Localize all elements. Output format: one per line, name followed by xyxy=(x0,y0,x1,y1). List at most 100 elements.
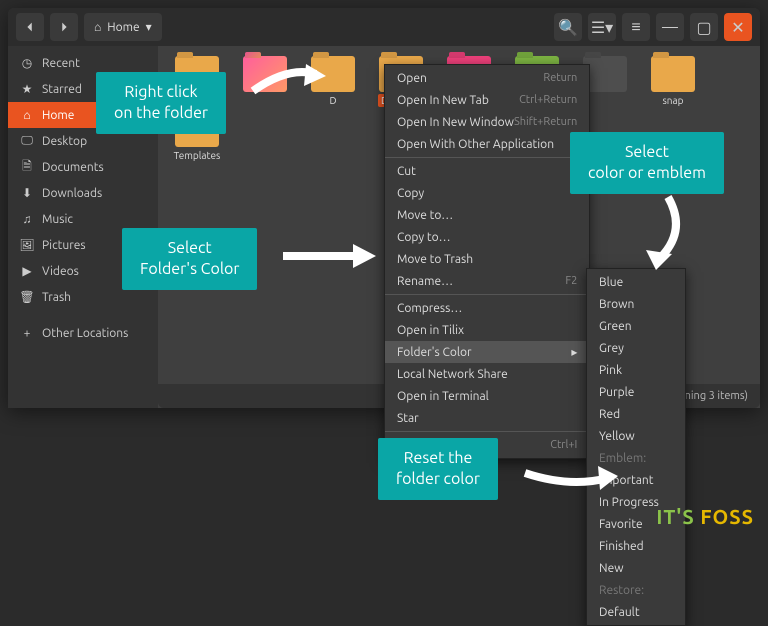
callout-reset-color: Reset thefolder color xyxy=(378,438,498,500)
menu-label: Rename… xyxy=(397,275,453,288)
submenu-item-pink[interactable]: Pink xyxy=(587,359,685,381)
sidebar-label: Starred xyxy=(42,83,82,96)
path-bar[interactable]: ⌂ Home ▾ xyxy=(84,13,162,41)
arrow-icon xyxy=(520,448,620,498)
menu-label: Compress… xyxy=(397,302,462,315)
menu-label: Move to Trash xyxy=(397,253,473,266)
sidebar-label: Videos xyxy=(42,265,79,278)
menu-item-move-to-[interactable]: Move to… xyxy=(385,204,589,226)
sidebar-icon: ◷ xyxy=(20,56,34,70)
close-button[interactable]: ✕ xyxy=(724,13,752,41)
submenu-item-green[interactable]: Green xyxy=(587,315,685,337)
menu-label: Local Network Share xyxy=(397,368,508,381)
menu-item-folder-s-color[interactable]: Folder's Color ▸ xyxy=(385,341,589,363)
callout-right-click: Right clickon the folder xyxy=(96,72,226,134)
menu-shortcut: Shift+Return xyxy=(514,116,577,128)
sidebar-icon: ▶ xyxy=(20,264,34,278)
submenu-item-purple[interactable]: Purple xyxy=(587,381,685,403)
submenu-item-finished[interactable]: Finished xyxy=(587,535,685,557)
submenu-item-default[interactable]: Default xyxy=(587,601,685,623)
submenu-item-red[interactable]: Red xyxy=(587,403,685,425)
arrow-icon xyxy=(278,236,378,276)
sidebar-icon: ⌂ xyxy=(20,108,34,122)
menu-item-open-in-tilix[interactable]: Open in Tilix xyxy=(385,319,589,341)
sidebar-label: Desktop xyxy=(42,135,87,148)
submenu-item-brown[interactable]: Brown xyxy=(587,293,685,315)
sidebar-icon: 🖼 xyxy=(20,238,34,252)
sidebar-label: Trash xyxy=(42,291,71,304)
path-label: Home xyxy=(107,21,139,34)
menu-item-compress-[interactable]: Compress… xyxy=(385,297,589,319)
menu-item-star[interactable]: Star xyxy=(385,407,589,429)
menu-label: Copy to… xyxy=(397,231,451,244)
back-button[interactable] xyxy=(16,13,44,41)
forward-button[interactable] xyxy=(50,13,78,41)
menu-shortcut: Ctrl+Return xyxy=(519,94,577,106)
sidebar-item-downloads[interactable]: ⬇ Downloads xyxy=(8,180,158,206)
sidebar-label: Documents xyxy=(42,161,104,174)
search-button[interactable]: 🔍 xyxy=(554,13,582,41)
menu-shortcut: F2 xyxy=(565,275,577,287)
brand-logo: IT'S FOSS xyxy=(656,505,754,528)
sidebar-label: Home xyxy=(42,109,74,122)
submenu-item-yellow[interactable]: Yellow xyxy=(587,425,685,447)
menu-label: Folder's Color xyxy=(397,346,472,359)
menu-item-copy[interactable]: Copy xyxy=(385,182,589,204)
sidebar-icon: 🖵 xyxy=(20,134,34,148)
sidebar-label: Pictures xyxy=(42,239,86,252)
minimize-button[interactable]: — xyxy=(656,13,684,41)
sidebar-icon: 🗎 xyxy=(20,157,34,178)
menu-item-copy-to-[interactable]: Copy to… xyxy=(385,226,589,248)
maximize-button[interactable]: ▢ xyxy=(690,13,718,41)
menu-label: Open xyxy=(397,72,427,85)
menu-item-local-network-share[interactable]: Local Network Share xyxy=(385,363,589,385)
menu-button[interactable]: ≡ xyxy=(622,13,650,41)
menu-item-open[interactable]: Open Return xyxy=(385,67,589,89)
menu-item-open-in-terminal[interactable]: Open in Terminal xyxy=(385,385,589,407)
folder-label: snap xyxy=(659,94,686,107)
callout-select-folders-color: SelectFolder's Color xyxy=(122,228,257,290)
menu-item-open-with-other-application[interactable]: Open With Other Application xyxy=(385,133,589,155)
callout-select-color-emblem: Selectcolor or emblem xyxy=(570,132,724,194)
folder-label: Templates xyxy=(171,149,224,162)
sidebar-icon: 🗑 xyxy=(20,290,34,304)
submenu-item-grey[interactable]: Grey xyxy=(587,337,685,359)
sidebar-icon: + xyxy=(20,327,34,340)
sidebar-icon: ★ xyxy=(20,82,34,96)
color-submenu[interactable]: BlueBrownGreenGreyPinkPurpleRedYellowEmb… xyxy=(586,268,686,626)
submenu-item-new[interactable]: New xyxy=(587,557,685,579)
sidebar-item-other-locations[interactable]: +Other Locations xyxy=(8,320,158,346)
menu-item-open-in-new-tab[interactable]: Open In New Tab Ctrl+Return xyxy=(385,89,589,111)
folder-item[interactable]: snap xyxy=(644,56,702,107)
menu-label: Move to… xyxy=(397,209,453,222)
folder-label xyxy=(602,94,608,96)
folder-label: D xyxy=(326,94,339,107)
menu-label: Copy xyxy=(397,187,424,200)
menu-item-rename-[interactable]: Rename… F2 xyxy=(385,270,589,292)
submenu-item-restore-: Restore: xyxy=(587,579,685,601)
menu-label: Open in Terminal xyxy=(397,390,489,403)
menu-item-cut[interactable]: Cut xyxy=(385,160,589,182)
sidebar-label: Music xyxy=(42,213,73,226)
sidebar-item-documents[interactable]: 🗎 Documents xyxy=(8,154,158,180)
menu-label: Star xyxy=(397,412,419,425)
menu-item-open-in-new-window[interactable]: Open In New WindowShift+Return xyxy=(385,111,589,133)
sidebar-label: Downloads xyxy=(42,187,102,200)
menu-label: Open In New Window xyxy=(397,116,514,129)
home-icon: ⌂ xyxy=(94,20,101,34)
arrow-icon xyxy=(638,192,698,272)
chevron-right-icon: ▸ xyxy=(571,345,577,359)
menu-item-move-to-trash[interactable]: Move to Trash xyxy=(385,248,589,270)
menu-label: Cut xyxy=(397,165,416,178)
menu-label: Open In New Tab xyxy=(397,94,489,107)
menu-shortcut: Return xyxy=(543,72,577,84)
sidebar-icon: ⬇ xyxy=(20,186,34,200)
folder-icon xyxy=(651,56,695,92)
submenu-item-blue[interactable]: Blue xyxy=(587,271,685,293)
context-menu[interactable]: OpenReturnOpen In New TabCtrl+ReturnOpen… xyxy=(384,64,590,459)
sidebar-icon: ♫ xyxy=(20,212,34,226)
view-list-button[interactable]: ☰▾ xyxy=(588,13,616,41)
chevron-down-icon: ▾ xyxy=(146,20,152,34)
titlebar: ⌂ Home ▾ 🔍 ☰▾ ≡ — ▢ ✕ xyxy=(8,8,760,46)
sidebar-label: Recent xyxy=(42,57,80,70)
